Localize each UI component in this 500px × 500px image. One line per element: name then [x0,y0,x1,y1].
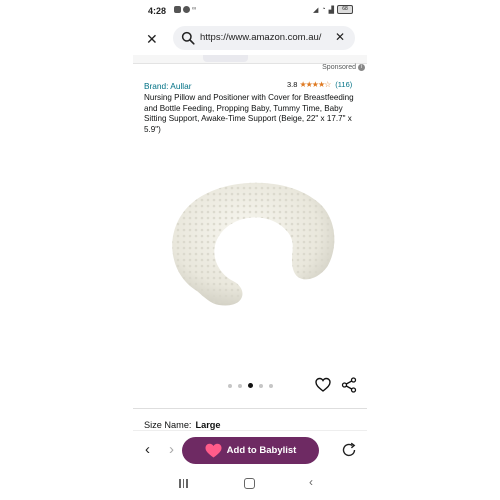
product-image[interactable] [157,173,339,315]
size-label: Size Name: [144,420,192,430]
search-icon [181,31,195,45]
browser-toolbar: ‹ › Add to Babylist [133,430,367,469]
status-time: 4:28 [148,6,167,16]
brand-link[interactable]: Brand: Aullar [144,81,192,91]
heart-icon[interactable] [315,377,331,393]
refresh-icon[interactable] [341,442,357,458]
babylist-heart-icon [205,443,222,458]
system-icons: ◢ ◔ ▟ 68 [313,5,353,14]
voicemail-notification-icon: ∞ [192,6,197,12]
address-bar[interactable]: https://www.amazon.com.au/ ✕ [173,26,355,50]
home-icon[interactable] [244,478,255,489]
battery-icon: 68 [337,5,353,14]
babylist-button-label: Add to Babylist [226,445,297,456]
rating-summary[interactable]: 3.8 ★★★★☆ (116) [287,80,352,89]
pagination-dot[interactable] [238,383,242,388]
size-value: Large [195,420,221,430]
pagination-dot[interactable] [259,383,263,388]
star-rating-icon: ★★★★☆ [299,80,331,89]
share-icon[interactable] [341,377,357,393]
signal-icon: ▟ [328,6,334,14]
previous-listing-thumbnail [203,55,248,62]
system-nav-bar: ‹ [133,470,367,500]
info-icon[interactable]: i [358,64,365,71]
gallery-notification-icon [174,6,181,13]
notification-icons: ∞ [174,6,196,13]
messenger-notification-icon [183,6,190,13]
system-back-icon[interactable]: ‹ [309,475,313,489]
pagination-dot[interactable] [269,383,273,388]
url-text: https://www.amazon.com.au/ [200,32,322,43]
mute-icon: ◢ [312,6,319,14]
recent-apps-icon[interactable] [179,479,188,488]
sponsored-text: Sponsored [322,64,356,71]
pagination-dot[interactable] [228,383,232,388]
wifi-icon: ◔ [321,6,326,13]
clear-icon[interactable]: ✕ [335,30,345,44]
rating-count[interactable]: (116) [335,80,352,89]
add-to-babylist-button[interactable]: Add to Babylist [182,437,319,464]
browser-frame: 4:28 ∞ ◢ ◔ ▟ 68 ✕ https://www.amazon.com… [133,0,367,500]
size-selector[interactable]: Size Name: Large [144,420,221,430]
pagination-dot-active[interactable] [248,383,253,388]
previous-listing-image [133,55,367,64]
back-icon[interactable]: ‹ [145,441,150,458]
url-row: ✕ https://www.amazon.com.au/ ✕ [133,24,367,54]
rating-value: 3.8 [287,80,298,89]
image-pagination [228,383,273,388]
status-bar: 4:28 ∞ ◢ ◔ ▟ 68 [133,0,367,22]
close-icon[interactable]: ✕ [146,31,158,48]
sponsored-label[interactable]: Sponsored i [322,64,365,71]
phone-screen: 4:28 ∞ ◢ ◔ ▟ 68 ✕ https://www.amazon.com… [0,0,500,500]
section-divider [133,408,367,409]
product-title: Nursing Pillow and Positioner with Cover… [144,93,354,134]
forward-icon[interactable]: › [169,441,174,458]
